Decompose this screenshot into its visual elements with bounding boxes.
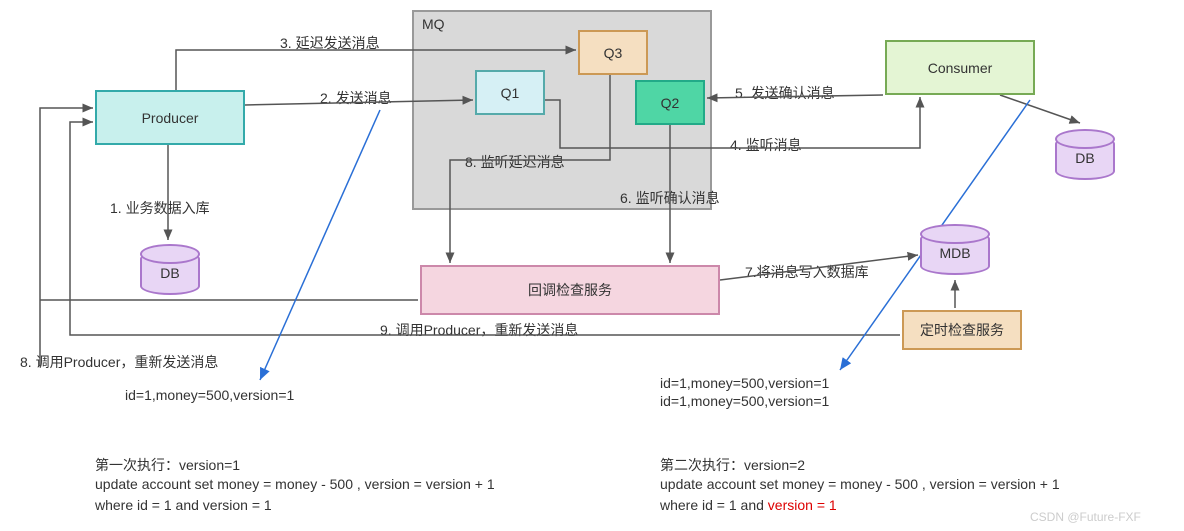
exec2-sql2: where id = 1 and version = 1 [660, 497, 837, 513]
db-right-label: DB [1075, 150, 1094, 166]
exec1-title: 第一次执行：version=1 [95, 455, 240, 475]
exec2-sql1: update account set money = money - 500 ,… [660, 476, 1060, 492]
db-left: DB [140, 250, 200, 295]
consumer-label: Consumer [928, 60, 993, 76]
q3-node: Q3 [578, 30, 648, 75]
q2-label: Q2 [661, 95, 680, 111]
edge-5: 5. 发送确认消息 [735, 83, 835, 103]
q1-node: Q1 [475, 70, 545, 115]
edge-4: 4. 监听消息 [730, 135, 802, 155]
callback-service: 回调检查服务 [420, 265, 720, 315]
callback-label: 回调检查服务 [528, 280, 612, 300]
edge-7: 7.将消息写入数据库 [745, 262, 869, 282]
exec2-sql2-red: version = 1 [768, 497, 837, 513]
producer-node: Producer [95, 90, 245, 145]
edge-2: 2. 发送消息 [320, 88, 392, 108]
timer-service: 定时检查服务 [902, 310, 1022, 350]
edge-3: 3. 延迟发送消息 [280, 33, 380, 53]
exec1-sql1: update account set money = money - 500 ,… [95, 476, 495, 492]
exec2-title: 第二次执行：version=2 [660, 455, 805, 475]
q1-label: Q1 [501, 85, 520, 101]
mdb-node: MDB [920, 230, 990, 275]
db-right: DB [1055, 135, 1115, 180]
timer-label: 定时检查服务 [920, 320, 1004, 340]
exec2-sql2-pre: where id = 1 and [660, 497, 768, 513]
edge-8b: 8. 调用Producer，重新发送消息 [20, 352, 218, 372]
anno-right-id1: id=1,money=500,version=1 [660, 375, 829, 391]
mdb-label: MDB [939, 245, 970, 261]
producer-label: Producer [142, 110, 199, 126]
edge-6: 6. 监听确认消息 [620, 188, 720, 208]
edge-9: 9. 调用Producer，重新发送消息 [380, 320, 578, 340]
consumer-node: Consumer [885, 40, 1035, 95]
edge-1: 1. 业务数据入库 [110, 198, 210, 218]
anno-right-id2: id=1,money=500,version=1 [660, 393, 829, 409]
anno-left-id: id=1,money=500,version=1 [125, 387, 294, 403]
exec1-sql2: where id = 1 and version = 1 [95, 497, 272, 513]
db-left-label: DB [160, 265, 179, 281]
mq-label: MQ [422, 16, 445, 32]
edge-8: 8. 监听延迟消息 [465, 152, 565, 172]
q3-label: Q3 [604, 45, 623, 61]
q2-node: Q2 [635, 80, 705, 125]
watermark: CSDN @Future-FXF [1030, 510, 1141, 524]
